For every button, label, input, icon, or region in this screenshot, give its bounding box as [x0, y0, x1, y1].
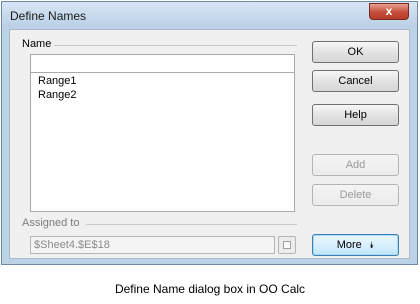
figure-caption: Define Name dialog box in OO Calc — [114, 282, 306, 296]
dialog-window: Define Names x Name Range1 Range2 Assign… — [1, 1, 418, 265]
name-list[interactable]: Range1 Range2 — [30, 72, 295, 212]
assigned-to-field[interactable]: $Sheet4.$E$18 — [30, 236, 275, 254]
assigned-group-divider — [86, 224, 297, 225]
name-group-label: Name — [22, 38, 52, 50]
dialog-title: Define Names — [10, 9, 87, 23]
more-button-label: More — [336, 239, 362, 251]
name-group-divider — [54, 45, 297, 46]
close-icon: x — [385, 4, 393, 18]
add-button[interactable]: Add — [312, 154, 399, 176]
shrink-icon — [283, 241, 291, 249]
more-button[interactable]: More ⯯ — [312, 234, 399, 256]
list-item-range2[interactable]: Range2 — [38, 89, 77, 101]
delete-button[interactable]: Delete — [312, 184, 399, 206]
double-chevron-down-icon: ⯯ — [368, 240, 375, 250]
dialog-client-area: Name Range1 Range2 Assigned to $Sheet4.$… — [9, 29, 410, 259]
assigned-to-label: Assigned to — [22, 217, 80, 229]
cancel-button[interactable]: Cancel — [312, 70, 399, 92]
shrink-button[interactable] — [278, 236, 296, 254]
title-bar[interactable]: Define Names x — [2, 2, 417, 28]
help-button[interactable]: Help — [312, 104, 399, 126]
close-button[interactable]: x — [369, 3, 409, 20]
list-item-range1[interactable]: Range1 — [38, 75, 77, 87]
ok-button[interactable]: OK — [312, 41, 399, 63]
name-input[interactable] — [30, 54, 295, 73]
